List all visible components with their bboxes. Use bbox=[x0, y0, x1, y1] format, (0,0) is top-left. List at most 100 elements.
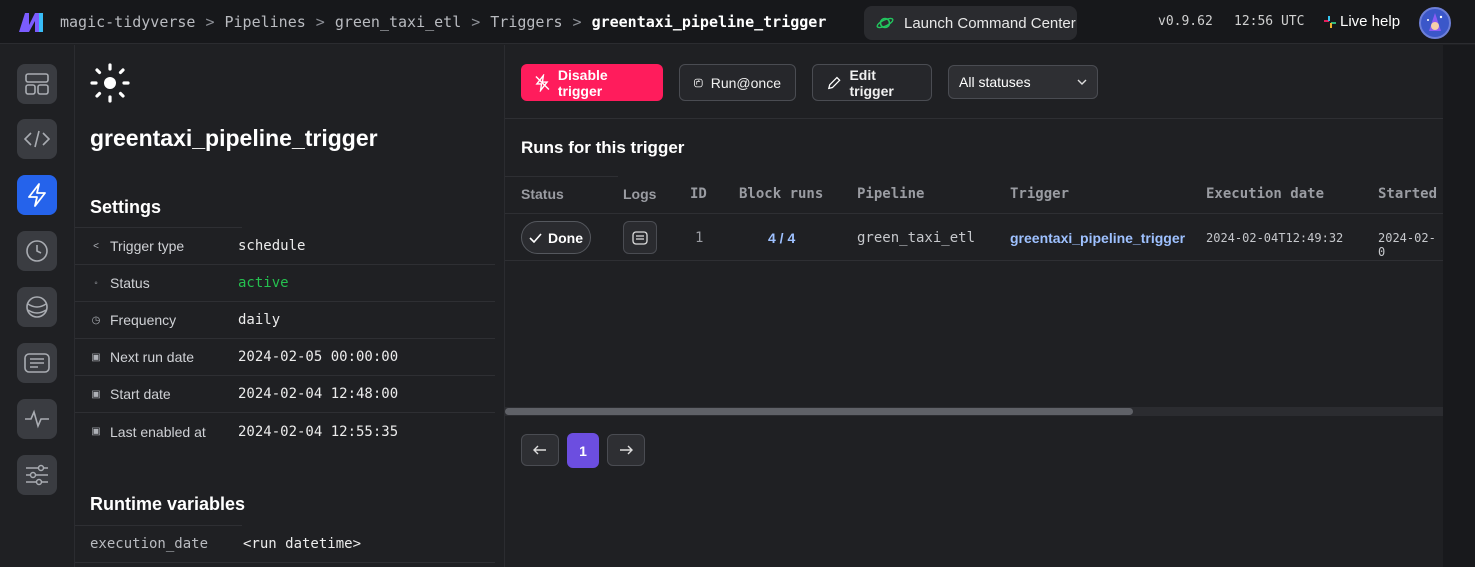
setting-value: 2024-02-04 12:48:00 bbox=[238, 386, 399, 402]
rail-overview-button[interactable] bbox=[17, 64, 57, 104]
launch-command-center-button[interactable]: Launch Command Center bbox=[864, 6, 1077, 40]
column-header-pipeline: Pipeline bbox=[857, 186, 925, 202]
globe-icon bbox=[26, 296, 48, 318]
utc-clock: 12:56 UTC bbox=[1234, 14, 1305, 29]
wizard-avatar-icon bbox=[1427, 13, 1443, 31]
breadcrumb-separator: > bbox=[471, 13, 481, 31]
column-header-status: Status bbox=[521, 186, 564, 202]
schedule-sun-icon bbox=[90, 63, 130, 103]
run-id: 1 bbox=[695, 230, 704, 246]
divider bbox=[505, 118, 1443, 119]
setting-row-trigger-type: < Trigger type schedule bbox=[75, 228, 495, 265]
divider bbox=[505, 260, 1443, 261]
divider bbox=[505, 176, 618, 177]
column-header-id: ID bbox=[690, 186, 707, 202]
rail-triggers-button[interactable] bbox=[17, 175, 57, 215]
edit-trigger-button[interactable]: Edit trigger bbox=[812, 64, 932, 101]
rail-settings-button[interactable] bbox=[17, 455, 57, 495]
view-logs-button[interactable] bbox=[623, 221, 657, 254]
column-header-block-runs: Block runs bbox=[739, 186, 824, 202]
rail-monitor-button[interactable] bbox=[17, 399, 57, 439]
started-date: 2024-02-0 bbox=[1378, 231, 1436, 259]
breadcrumb-pipelines[interactable]: Pipelines bbox=[225, 13, 306, 31]
clock-icon bbox=[26, 240, 48, 262]
run-once-label: Run@once bbox=[710, 74, 781, 91]
toggle-icon: ◦ bbox=[94, 277, 98, 289]
vertical-scroll-gutter[interactable] bbox=[1443, 45, 1475, 567]
pencil-icon bbox=[827, 76, 841, 89]
runs-heading: Runs for this trigger bbox=[521, 138, 685, 157]
code-icon bbox=[24, 130, 50, 148]
pipeline-name: green_taxi_etl bbox=[857, 230, 976, 246]
breadcrumb-workspace[interactable]: magic-tidyverse bbox=[60, 13, 195, 31]
edit-trigger-label: Edit trigger bbox=[849, 66, 894, 99]
calendar-icon: ▣ bbox=[91, 388, 101, 400]
setting-value: 2024-02-05 00:00:00 bbox=[238, 349, 399, 365]
live-help-link[interactable]: Live help bbox=[1324, 13, 1400, 30]
setting-label: Trigger type bbox=[110, 238, 185, 254]
setting-row-start-date: ▣ Start date 2024-02-04 12:48:00 bbox=[75, 376, 495, 413]
page-number-button[interactable]: 1 bbox=[567, 433, 599, 468]
setting-value: schedule bbox=[238, 238, 306, 254]
status-filter-select[interactable]: All statuses bbox=[948, 65, 1098, 99]
pulse-icon bbox=[25, 409, 49, 429]
column-header-execution-date: Execution date bbox=[1206, 186, 1325, 202]
slack-icon bbox=[1324, 15, 1336, 28]
lightning-off-icon bbox=[535, 73, 550, 92]
block-runs-link[interactable]: 4 / 4 bbox=[768, 230, 795, 246]
setting-label: Start date bbox=[110, 386, 171, 402]
variable-name: execution_date bbox=[90, 536, 209, 552]
chevron-down-icon bbox=[1077, 79, 1087, 85]
scrollbar-thumb[interactable] bbox=[505, 408, 1133, 415]
runtime-variable-row: execution_date <run datetime> bbox=[75, 526, 495, 563]
arrow-left-icon bbox=[533, 445, 546, 455]
run-once-button[interactable]: Run@once bbox=[679, 64, 796, 101]
setting-label: Frequency bbox=[110, 312, 177, 328]
rail-runs-button[interactable] bbox=[17, 231, 57, 271]
status-value: active bbox=[238, 275, 289, 291]
status-badge-label: Done bbox=[548, 229, 583, 246]
column-header-trigger: Trigger bbox=[1010, 186, 1070, 202]
breadcrumb-pipeline[interactable]: green_taxi_etl bbox=[335, 13, 461, 31]
version-label: v0.9.62 bbox=[1158, 14, 1213, 29]
status-filter-value: All statuses bbox=[959, 74, 1031, 90]
status-badge[interactable]: Done bbox=[521, 221, 591, 254]
clock-icon: ◷ bbox=[91, 314, 101, 326]
runtime-variables-heading: Runtime variables bbox=[90, 494, 246, 514]
logs-icon bbox=[24, 353, 50, 373]
mage-logo-icon[interactable] bbox=[18, 11, 44, 33]
divider bbox=[505, 213, 1443, 214]
launch-label: Launch Command Center bbox=[904, 14, 1076, 32]
logs-icon bbox=[632, 230, 648, 245]
navigation-rail bbox=[0, 45, 75, 567]
calendar-icon: ▣ bbox=[91, 426, 101, 437]
breadcrumb-separator: > bbox=[572, 13, 582, 31]
setting-value: 2024-02-04 12:55:35 bbox=[238, 423, 399, 440]
rail-code-button[interactable] bbox=[17, 119, 57, 159]
settings-heading: Settings bbox=[90, 197, 162, 217]
previous-page-button[interactable] bbox=[521, 434, 559, 466]
trigger-title: greentaxi_pipeline_trigger bbox=[90, 125, 378, 151]
setting-label: Next run date bbox=[110, 349, 195, 365]
setting-row-frequency: ◷ Frequency daily bbox=[75, 302, 495, 339]
rail-logs-button[interactable] bbox=[17, 343, 57, 383]
top-bar: magic-tidyverse > Pipelines > green_taxi… bbox=[0, 0, 1475, 44]
disable-trigger-button[interactable]: Disable trigger bbox=[521, 64, 663, 101]
breadcrumb-triggers[interactable]: Triggers bbox=[490, 13, 562, 31]
trigger-link[interactable]: greentaxi_pipeline_trigger bbox=[1010, 230, 1185, 246]
run-once-icon bbox=[694, 78, 703, 87]
horizontal-scrollbar[interactable] bbox=[505, 407, 1443, 416]
execution-date: 2024-02-04T12:49:32 bbox=[1206, 231, 1344, 245]
breadcrumb-separator: > bbox=[315, 13, 325, 31]
live-help-label: Live help bbox=[1340, 13, 1401, 30]
setting-label: Last enabled at bbox=[110, 423, 206, 440]
next-page-button[interactable] bbox=[607, 434, 645, 466]
setting-row-status: ◦ Status active bbox=[75, 265, 495, 302]
column-header-logs: Logs bbox=[623, 186, 657, 202]
trigger-detail-panel: greentaxi_pipeline_trigger Settings < Tri… bbox=[75, 45, 505, 567]
user-avatar[interactable] bbox=[1419, 7, 1451, 39]
rail-backfills-button[interactable] bbox=[17, 287, 57, 327]
setting-row-next-run: ▣ Next run date 2024-02-05 00:00:00 bbox=[75, 339, 495, 376]
setting-row-last-enabled: ▣ Last enabled at 2024-02-04 12:55:35 bbox=[75, 413, 495, 450]
layout-icon bbox=[25, 73, 49, 95]
